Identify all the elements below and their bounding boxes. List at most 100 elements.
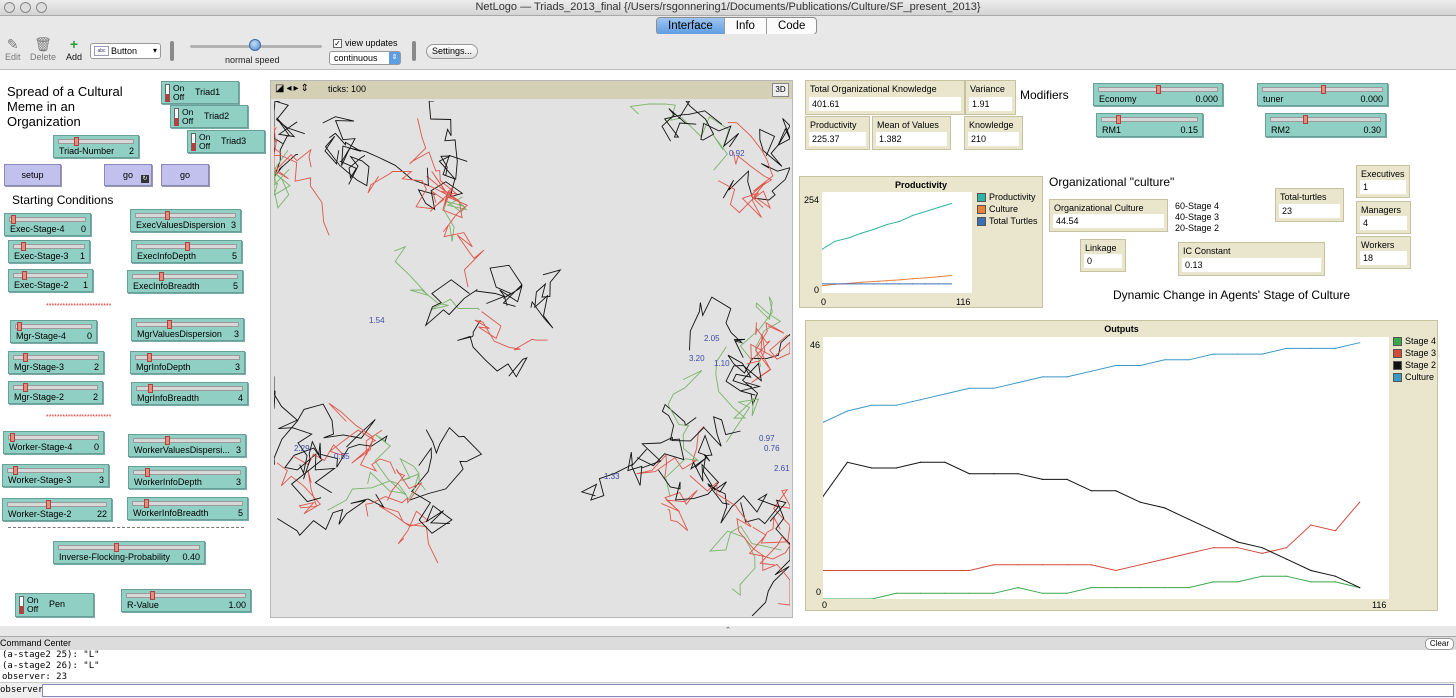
data-point [920, 399, 922, 401]
data-point [1212, 547, 1214, 549]
data-point [871, 467, 873, 469]
data-point [873, 283, 875, 285]
total-knowledge-monitor: Total Organizational Knowledge 401.61 [805, 80, 965, 115]
data-point [1139, 501, 1141, 503]
setup-button[interactable]: setup [4, 164, 61, 186]
data-point [1042, 478, 1044, 480]
slider-mgrinfobreadth[interactable]: MgrInfoBreadth 4 [131, 382, 248, 405]
zoom-window-icon[interactable] [36, 2, 47, 13]
slider-worker-stage-4[interactable]: Worker-Stage-4 0 [3, 431, 104, 454]
data-point [1164, 587, 1166, 589]
triad2-switch[interactable]: On Off Triad2 [170, 105, 248, 128]
window-controls[interactable] [4, 2, 47, 13]
widget-type-select[interactable]: abc Button ▾ [90, 43, 161, 59]
tuner-slider[interactable]: tuner 0.000 [1257, 83, 1388, 106]
triad3-switch[interactable]: On Off Triad3 [187, 130, 265, 153]
data-point [886, 224, 888, 226]
slider-workervaluesdispersi-[interactable]: WorkerValuesDispersi... 3 [128, 434, 246, 457]
data-point [1164, 558, 1166, 560]
legend-swatch [1393, 348, 1402, 358]
go-once-button[interactable]: go [161, 164, 209, 186]
mean-values-monitor: Mean of Values 1.382 [872, 116, 951, 150]
tab-interface[interactable]: Interface [657, 18, 724, 34]
slider-exec-stage-4[interactable]: Exec-Stage-4 0 [4, 213, 91, 236]
slider-worker-stage-2[interactable]: Worker-Stage-2 22 [2, 498, 112, 521]
view-controls-icon[interactable]: ◪◂▸⇕ [275, 83, 311, 94]
data-point [1310, 524, 1312, 526]
slider-execinfobreadth[interactable]: ExecInfoBreadth 5 [127, 270, 243, 293]
legend-swatch [977, 204, 986, 214]
slider-workerinfobreadth[interactable]: WorkerInfoBreadth 5 [127, 497, 248, 520]
slider-exec-stage-3[interactable]: Exec-Stage-3 1 [8, 240, 90, 263]
slider-mgr-stage-2[interactable]: Mgr-Stage-2 2 [8, 381, 103, 404]
tab-info[interactable]: Info [723, 18, 766, 34]
slider-mgrvaluesdispersion[interactable]: MgrValuesDispersion 3 [131, 318, 244, 341]
data-point [968, 387, 970, 389]
toolbar-separator [170, 41, 174, 61]
series-line-stage-2 [823, 461, 1360, 589]
slider-mgr-stage-3[interactable]: Mgr-Stage-3 2 [8, 351, 104, 374]
data-point [873, 228, 875, 230]
checkmark-icon: ✓ [333, 38, 342, 48]
view-updates-checkbox[interactable]: ✓ view updates [333, 38, 398, 48]
chevron-down-icon: ▾ [152, 46, 157, 55]
workers-monitor: Workers 18 [1356, 236, 1411, 269]
slider-mgrinfodepth[interactable]: MgrInfoDepth 3 [130, 351, 245, 374]
agent-trail [665, 369, 703, 497]
slider-mgr-stage-4[interactable]: Mgr-Stage-4 0 [10, 320, 97, 343]
triad1-switch[interactable]: On Off Triad1 [161, 81, 239, 104]
pen-switch[interactable]: On Off Pen [15, 593, 94, 617]
data-point [846, 410, 848, 412]
minimize-window-icon[interactable] [20, 2, 31, 13]
command-input[interactable] [42, 684, 1454, 697]
variance-monitor: Variance 1.91 [965, 80, 1016, 115]
3d-view-button[interactable]: 3D [772, 83, 789, 97]
settings-button[interactable]: Settings... [426, 44, 478, 59]
data-point [1066, 564, 1068, 566]
legend-item: Stage 3 [1393, 347, 1436, 359]
slider-workerinfodepth[interactable]: WorkerInfoDepth 3 [128, 466, 246, 489]
add-button[interactable]: + Add [66, 37, 82, 63]
agent-label: 2.61 [774, 464, 790, 473]
legend-swatch [1393, 360, 1402, 370]
slider-exec-stage-2[interactable]: Exec-Stage-2 1 [8, 269, 93, 292]
agent-label: 1.54 [369, 316, 385, 325]
data-point [924, 210, 926, 213]
rm2-slider[interactable]: RM2 0.30 [1265, 113, 1386, 137]
slider-execvaluesdispersion[interactable]: ExecValuesDispersion 3 [130, 209, 241, 232]
update-mode-select[interactable]: continuous ⇕ [329, 51, 401, 65]
slider-execinfodepth[interactable]: ExecInfoDepth 5 [131, 240, 242, 263]
edit-button[interactable]: ✎ Edit [5, 37, 21, 63]
agent-label: 0.76 [764, 444, 780, 453]
tab-code[interactable]: Code [765, 18, 816, 34]
world-view[interactable]: ◪◂▸⇕ ticks: 100 3D 1.54 2.05 2.29 0.76 1.33 3… [270, 80, 793, 618]
data-point [1188, 518, 1190, 520]
rm1-slider[interactable]: RM1 0.15 [1096, 113, 1203, 137]
data-point [968, 473, 970, 475]
go-forever-button[interactable]: go ↻ [104, 164, 152, 186]
toolbar-separator [412, 41, 416, 61]
triad-number-slider[interactable]: Triad-Number 2 [53, 135, 139, 158]
pane-splitter[interactable]: ⌃ [0, 626, 1456, 636]
data-point [847, 283, 849, 285]
speed-slider-knob[interactable] [249, 39, 261, 51]
world-canvas[interactable]: 1.54 2.05 2.29 0.76 1.33 3.20 0.92 2.61 0.97 1.10… [274, 101, 790, 616]
delete-button[interactable]: 🗑 Delete [30, 37, 56, 63]
inverse-flocking-slider[interactable]: Inverse-Flocking-Probability 0.40 [53, 541, 205, 564]
agent-trail [443, 196, 485, 288]
org-culture-monitor: Organizational Culture 44.54 [1049, 199, 1168, 232]
slider-worker-stage-3[interactable]: Worker-Stage-3 3 [2, 464, 109, 487]
legend-label: Culture [1405, 372, 1435, 382]
data-point [920, 592, 922, 594]
data-point [1017, 587, 1019, 589]
agent-trail [641, 416, 741, 469]
clear-button[interactable]: Clear [1424, 638, 1454, 650]
data-point [1188, 552, 1190, 554]
dynamic-change-title: Dynamic Change in Agents' Stage of Cultu… [1113, 288, 1351, 302]
agent-trail [367, 457, 426, 501]
economy-slider[interactable]: Economy 0.000 [1093, 83, 1223, 106]
r-value-slider[interactable]: R-Value 1.00 [121, 589, 251, 612]
command-center-header: Command Center Clear [0, 636, 1456, 650]
close-window-icon[interactable] [4, 2, 15, 13]
agent-trail [276, 462, 322, 515]
